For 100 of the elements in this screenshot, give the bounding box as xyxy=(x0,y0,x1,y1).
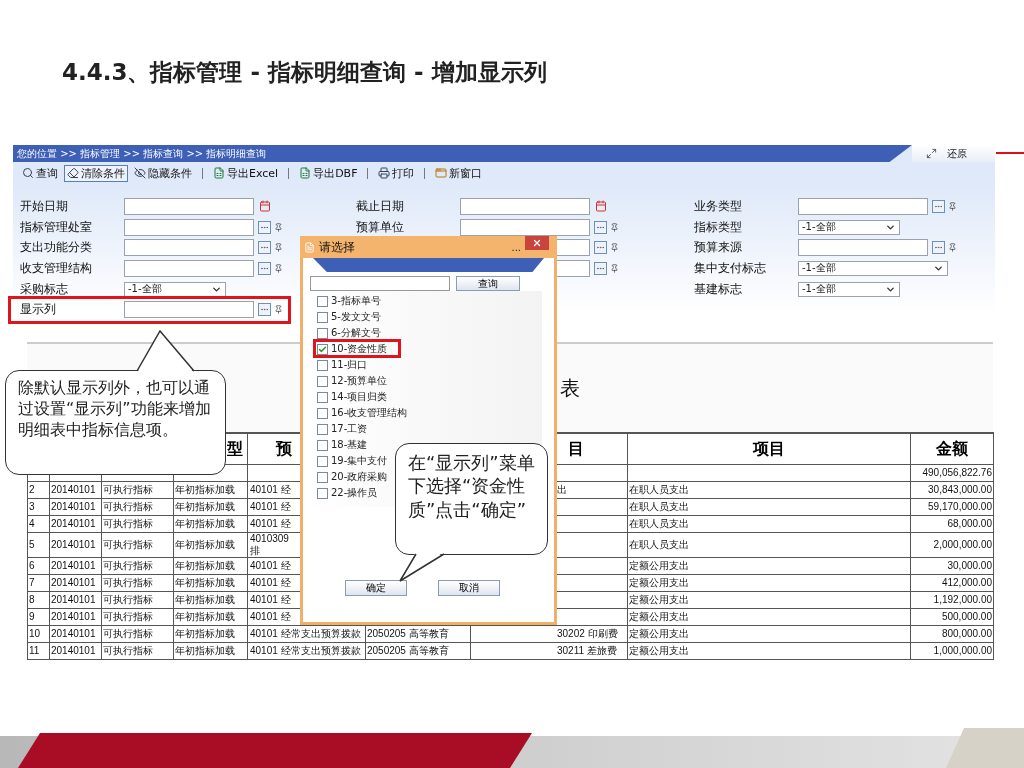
table-cell: 5 xyxy=(27,532,50,558)
column-header: 金额 xyxy=(910,433,994,465)
select-field[interactable]: -1-全部 xyxy=(798,219,900,235)
text-field[interactable] xyxy=(124,259,254,277)
confirm-button[interactable]: 确定 xyxy=(345,580,407,596)
printer-icon xyxy=(378,167,391,180)
text-field[interactable] xyxy=(124,301,254,319)
select-field[interactable]: -1-全部 xyxy=(798,281,900,297)
table-cell: 可执行指标 xyxy=(101,591,174,609)
table-cell: 年初指标加载 xyxy=(173,591,248,609)
table-cell: 可执行指标 xyxy=(101,574,174,592)
table-cell: 11 xyxy=(27,642,50,660)
text-field[interactable] xyxy=(798,197,928,215)
checkbox[interactable] xyxy=(317,439,328,451)
field-label: 预算来源 xyxy=(694,239,743,257)
lookup-button[interactable] xyxy=(594,261,607,275)
table-cell: 6 xyxy=(27,557,50,575)
field-label: 支出功能分类 xyxy=(20,239,93,257)
table-cell: 年初指标加载 xyxy=(173,481,248,499)
option-label[interactable]: 12-预算单位 xyxy=(331,374,388,388)
toolbar-button[interactable]: 隐藏条件 xyxy=(131,164,195,182)
table-cell: 20140101 xyxy=(49,642,102,660)
close-button[interactable] xyxy=(525,236,549,250)
check-icon xyxy=(318,344,327,354)
lookup-button[interactable] xyxy=(932,241,945,255)
table-cell: 1,192,000.00 xyxy=(910,591,994,609)
lookup-button[interactable] xyxy=(258,241,271,255)
search-button[interactable]: 查询 xyxy=(456,276,520,291)
lookup-button[interactable] xyxy=(594,241,607,255)
table-cell: 20140101 xyxy=(49,515,102,533)
checkbox[interactable] xyxy=(317,487,328,499)
table-cell: 412,000.00 xyxy=(910,574,994,592)
toolbar-button[interactable]: 查询 xyxy=(19,164,61,182)
table-cell: 2 xyxy=(27,481,50,499)
table-cell: 2050205 高等教育 xyxy=(365,642,471,660)
text-field[interactable] xyxy=(124,218,254,236)
table-cell: 定额公用支出 xyxy=(627,557,911,575)
text-field[interactable] xyxy=(124,239,254,257)
select-value: -1-全部 xyxy=(128,282,162,297)
search-field[interactable] xyxy=(310,276,450,291)
option-label[interactable]: 6-分解文号 xyxy=(331,326,381,340)
checkbox[interactable] xyxy=(317,455,328,467)
checkbox[interactable] xyxy=(317,423,328,435)
select-value: -1-全部 xyxy=(802,261,836,276)
toolbar-button[interactable]: 导出DBF xyxy=(296,164,361,182)
toolbar-button[interactable]: 导出Excel xyxy=(210,164,282,182)
option-label[interactable]: 3-指标单号 xyxy=(331,294,381,308)
pin-icon xyxy=(274,263,283,273)
dialog-title: 请选择 xyxy=(319,238,356,256)
table-cell: 定额公用支出 xyxy=(627,642,911,660)
calendar-icon[interactable] xyxy=(595,200,607,213)
toolbar-button[interactable]: 新窗口 xyxy=(432,164,486,182)
calendar-icon[interactable] xyxy=(259,200,271,213)
table-cell: 7 xyxy=(27,574,50,592)
select-field[interactable]: -1-全部 xyxy=(798,260,948,276)
pin-icon xyxy=(948,243,957,253)
date-field[interactable] xyxy=(460,197,590,215)
lookup-button[interactable] xyxy=(594,220,607,234)
lookup-button[interactable] xyxy=(258,220,271,234)
cancel-button[interactable]: 取消 xyxy=(438,580,500,596)
checkbox[interactable] xyxy=(317,471,328,483)
checkbox[interactable] xyxy=(317,359,328,371)
option-label[interactable]: 10-资金性质 xyxy=(331,342,388,356)
expand-icon[interactable] xyxy=(926,148,937,159)
checkbox[interactable] xyxy=(317,391,328,403)
checkbox[interactable] xyxy=(317,343,328,355)
option-label[interactable]: 18-基建 xyxy=(331,438,368,452)
date-field[interactable] xyxy=(124,197,254,215)
checkbox[interactable] xyxy=(317,375,328,387)
field-label: 开始日期 xyxy=(20,197,69,215)
table-cell: 20140101 xyxy=(49,532,102,558)
table-cell: 年初指标加载 xyxy=(173,574,248,592)
table-cell: 30,000.00 xyxy=(910,557,994,575)
option-label[interactable]: 5-发文文号 xyxy=(331,310,381,324)
lookup-button[interactable] xyxy=(258,261,271,275)
checkbox[interactable] xyxy=(317,295,328,307)
table-cell: 在职人员支出 xyxy=(627,532,911,558)
field-label: 收支管理结构 xyxy=(20,259,93,277)
toolbar-button[interactable]: 打印 xyxy=(375,164,418,182)
text-field[interactable] xyxy=(460,218,590,236)
lookup-button[interactable] xyxy=(932,199,945,213)
option-label[interactable]: 16-收支管理结构 xyxy=(331,406,408,420)
table-cell: 20140101 xyxy=(49,625,102,643)
option-label[interactable]: 11-归口 xyxy=(331,358,368,372)
option-label[interactable]: 20-政府采购 xyxy=(331,470,388,484)
field-label: 指标管理处室 xyxy=(20,218,93,236)
checkbox[interactable] xyxy=(317,407,328,419)
report-title: 表 xyxy=(560,374,580,402)
select-field[interactable]: -1-全部 xyxy=(124,281,226,297)
table-cell: 68,000.00 xyxy=(910,515,994,533)
option-label[interactable]: 14-项目归类 xyxy=(331,390,388,404)
text-field[interactable] xyxy=(798,239,928,257)
checkbox[interactable] xyxy=(317,311,328,323)
table-cell: 59,170,000.00 xyxy=(910,498,994,516)
table-cell: 定额公用支出 xyxy=(627,591,911,609)
lookup-button[interactable] xyxy=(258,303,271,317)
toolbar-button[interactable]: 清除条件 xyxy=(64,164,128,182)
option-label[interactable]: 17-工资 xyxy=(331,422,368,436)
table-cell: 可执行指标 xyxy=(101,608,174,626)
checkbox[interactable] xyxy=(317,327,328,339)
